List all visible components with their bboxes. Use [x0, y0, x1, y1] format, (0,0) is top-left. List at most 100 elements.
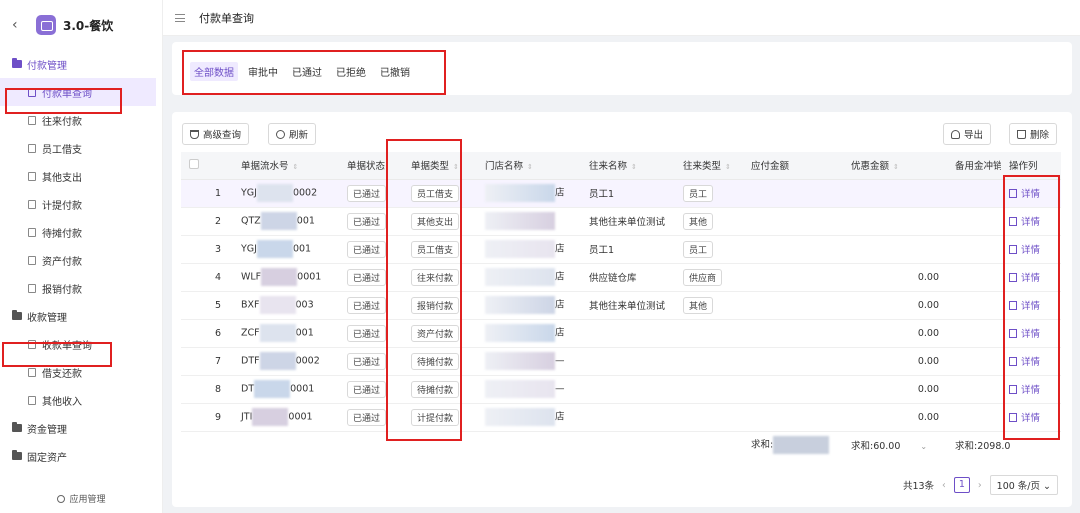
detail-icon — [1009, 357, 1017, 366]
sidebar-group-label: 固定资产 — [27, 452, 67, 464]
tab-all[interactable]: 全部数据 — [190, 62, 238, 81]
sidebar-item-partner-payment[interactable]: 往来付款 — [0, 106, 162, 134]
discount-cell: 0.00 — [843, 291, 947, 320]
page-number-current[interactable]: 1 — [953, 477, 970, 493]
refresh-button[interactable]: 刷新 — [268, 123, 317, 145]
payable-cell — [743, 319, 843, 348]
partner-cell — [581, 375, 675, 404]
detail-label: 详情 — [1021, 189, 1041, 200]
column-header-partner-type[interactable]: 往来类型 ⇕ — [675, 152, 743, 180]
sort-icon[interactable]: ⇕ — [527, 163, 533, 171]
table-row[interactable]: 2 QTZ 001 已通过 其他支出 其他往来单位测试 其他 详情 — [181, 207, 1061, 236]
column-header-label: 备用金冲销 — [955, 161, 1001, 173]
summary-discount-cell[interactable]: 求和:60.00 ⌄ — [843, 431, 947, 459]
sidebar-group-payment[interactable]: 付款管理 — [0, 50, 162, 78]
type-cell: 待摊付款 — [403, 347, 477, 376]
table-row[interactable]: 6 ZCF 001 已通过 资产付款 店 0.00 详情 — [181, 319, 1061, 348]
sidebar-item-reimbursement-payment[interactable]: 报销付款 — [0, 274, 162, 302]
table-row[interactable]: 5 BXF 003 已通过 报销付款 店 其他往来单位测试 其他 0.00 详情 — [181, 291, 1061, 320]
sidebar-item-accrued-payment[interactable]: 计提付款 — [0, 190, 162, 218]
column-header-status[interactable]: 单据状态 — [339, 152, 403, 180]
column-header-label: 单据流水号 — [241, 161, 289, 173]
detail-link[interactable]: 详情 — [1009, 329, 1040, 340]
menu-collapse-icon[interactable] — [175, 13, 185, 22]
detail-link[interactable]: 详情 — [1009, 357, 1040, 368]
page-size-label: 100 条/页 — [996, 481, 1041, 492]
summary-reserve: 求和:2098.0 — [955, 441, 1011, 453]
detail-link[interactable]: 详情 — [1009, 301, 1040, 312]
sort-icon[interactable]: ⇕ — [631, 163, 637, 171]
sidebar-item-other-income[interactable]: 其他收入 — [0, 386, 162, 414]
refresh-icon — [276, 129, 285, 139]
sidebar-item-receipt-query[interactable]: 收款单查询 — [0, 330, 162, 358]
partner-type-cell — [675, 375, 743, 404]
partner-type-badge: 其他 — [683, 296, 714, 314]
back-arrow-icon[interactable]: ‹ — [12, 17, 30, 33]
tab-rejected[interactable]: 已拒绝 — [332, 62, 370, 81]
sidebar-item-asset-payment[interactable]: 资产付款 — [0, 246, 162, 274]
sidebar-item-amortized-payment[interactable]: 待摊付款 — [0, 218, 162, 246]
column-header-discount[interactable]: 优惠金额 ⇕ — [843, 152, 947, 180]
column-header-reserve[interactable]: 备用金冲销 — [947, 152, 1001, 180]
sort-icon[interactable]: ⇕ — [725, 163, 731, 171]
sort-icon[interactable]: ⇕ — [453, 163, 459, 171]
partner-type-badge: 其他 — [683, 212, 714, 230]
delete-button[interactable]: 删除 — [1009, 123, 1058, 145]
table-row[interactable]: 8 DT 0001 已通过 待摊付款 — 0.00 详情 — [181, 375, 1061, 404]
column-header-store[interactable]: 门店名称 ⇕ — [477, 152, 581, 180]
partner-type-cell: 其他 — [675, 207, 743, 236]
toolbar: 高级查询 刷新 导出 删除 — [182, 123, 1062, 145]
sidebar-group-receipt[interactable]: 收款管理 — [0, 302, 162, 330]
summary-empty-cell — [675, 431, 743, 459]
page-size-select[interactable]: 100 条/页 ⌄ — [989, 475, 1058, 495]
next-page-icon[interactable]: › — [978, 480, 982, 491]
table-row[interactable]: 4 WLF 0001 已通过 往来付款 店 供应链仓库 供应商 0.00 详情 — [181, 263, 1061, 292]
export-button[interactable]: 导出 — [943, 123, 992, 145]
app-management-label: 应用管理 — [69, 495, 106, 505]
tab-pending[interactable]: 审批中 — [244, 62, 282, 81]
detail-link[interactable]: 详情 — [1009, 385, 1040, 396]
detail-link[interactable]: 详情 — [1009, 189, 1040, 200]
sidebar-group-funds[interactable]: 资金管理 — [0, 414, 162, 442]
discount-cell — [843, 207, 947, 236]
column-header-partner[interactable]: 往来名称 ⇕ — [581, 152, 675, 180]
table-row[interactable]: 1 YGJ 0002 已通过 员工借支 店 员工1 员工 详情 — [181, 179, 1061, 208]
app-management-link[interactable]: 应用管理 — [0, 492, 163, 505]
prev-page-icon[interactable]: ‹ — [942, 480, 946, 491]
detail-link[interactable]: 详情 — [1009, 245, 1040, 256]
tab-revoked[interactable]: 已撤销 — [376, 62, 414, 81]
row-index: 4 — [207, 263, 233, 292]
summary-payable-cell: 求和: — [743, 431, 843, 459]
sort-icon[interactable]: ⇕ — [893, 163, 899, 171]
sort-icon[interactable]: ⇕ — [293, 163, 299, 171]
tab-approved[interactable]: 已通过 — [288, 62, 326, 81]
sidebar-item-loan-repayment[interactable]: 借支还款 — [0, 358, 162, 386]
column-header-payable[interactable]: 应付金额 — [743, 152, 843, 180]
sidebar-group-fixed-assets[interactable]: 固定资产 — [0, 442, 162, 470]
table-row[interactable]: 3 YGJ 001 已通过 员工借支 店 员工1 员工 详情 — [181, 235, 1061, 264]
detail-link[interactable]: 详情 — [1009, 413, 1040, 424]
sidebar-item-payment-query[interactable]: 付款单查询 — [0, 78, 156, 106]
table-row[interactable]: 9 JTI 0001 已通过 计提付款 店 0.00 详情 — [181, 403, 1061, 432]
table-row[interactable]: 7 DTF 0002 已通过 待摊付款 — 0.00 详情 — [181, 347, 1061, 376]
payable-cell — [743, 179, 843, 208]
detail-link[interactable]: 详情 — [1009, 217, 1040, 228]
column-header-label: 应付金额 — [751, 161, 790, 173]
column-header-type[interactable]: 单据类型 ⇕ — [403, 152, 477, 180]
column-header-serial[interactable]: 单据流水号 ⇕ — [233, 152, 339, 180]
index-header — [207, 152, 233, 180]
action-cell: 详情 — [1001, 403, 1061, 432]
store-cell: — — [477, 375, 581, 404]
discount-cell — [843, 235, 947, 264]
select-all-checkbox[interactable] — [189, 158, 199, 169]
detail-link[interactable]: 详情 — [1009, 273, 1040, 284]
advanced-query-button[interactable]: 高级查询 — [182, 123, 250, 145]
payable-cell — [743, 235, 843, 264]
store-redacted — [485, 324, 555, 342]
status-cell: 已通过 — [339, 179, 403, 208]
sidebar-item-employee-loan[interactable]: 员工借支 — [0, 134, 162, 162]
chevron-down-icon[interactable]: ⌄ — [920, 442, 927, 451]
sidebar-item-other-expense[interactable]: 其他支出 — [0, 162, 162, 190]
status-badge: 已通过 — [347, 380, 387, 398]
reserve-cell — [947, 403, 1001, 432]
